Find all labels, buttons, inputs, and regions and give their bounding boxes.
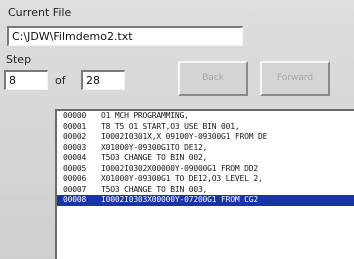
list-item[interactable]: 00004 T5O3 CHANGE TO BIN 002, bbox=[57, 153, 354, 164]
step-current-field[interactable]: 8 bbox=[4, 70, 48, 90]
line-text: X01000Y-09300G1TO DE12, bbox=[101, 142, 208, 152]
current-file-field[interactable]: C:\JDW\Filmdemo2.txt bbox=[7, 26, 243, 46]
step-window: Current File C:\JDW\Filmdemo2.txt Step 8… bbox=[0, 0, 354, 259]
line-number: 00007 bbox=[63, 184, 87, 194]
line-number: 00002 bbox=[63, 132, 87, 141]
line-text: I0002I0303X00000Y-07200G1 FROM CG2 bbox=[101, 195, 258, 204]
list-item[interactable]: 00008 I0002I0303X00000Y-07200G1 FROM CG2 bbox=[57, 195, 354, 206]
line-text: T5O3 CHANGE TO BIN 003, bbox=[101, 184, 208, 194]
list-item[interactable]: 00003 X01000Y-09300G1TO DE12, bbox=[57, 143, 354, 154]
line-text: T5O3 CHANGE TO BIN 002, bbox=[101, 153, 208, 162]
line-text: I0002I0301X,X 09100Y-09300G1 FROM DE bbox=[101, 132, 268, 141]
line-number: 00008 bbox=[63, 195, 87, 204]
line-number: 00006 bbox=[63, 174, 87, 183]
line-text: T8 T5 O1 START,O3 USE BIN 001, bbox=[101, 121, 240, 131]
line-number: 00003 bbox=[63, 142, 87, 152]
list-item[interactable]: 00000 O1 MCH PROGRAMMING, bbox=[57, 111, 354, 122]
line-number: 00001 bbox=[63, 121, 87, 131]
step-label: Step bbox=[6, 53, 32, 66]
line-text: O1 MCH PROGRAMMING, bbox=[101, 111, 189, 120]
list-item[interactable]: 00006 X01000Y-09300G1 TO DE12,O3 LEVEL 2, bbox=[57, 174, 354, 185]
forward-button[interactable]: Forward bbox=[260, 61, 330, 96]
program-listbox[interactable]: 00000 O1 MCH PROGRAMMING, 00001 T8 T5 O1 ST… bbox=[55, 109, 354, 259]
list-item[interactable]: 00007 T5O3 CHANGE TO BIN 003, bbox=[57, 185, 354, 196]
line-number: 00005 bbox=[63, 163, 87, 173]
list-item[interactable]: 00002 I0002I0301X,X 09100Y-09300G1 FROM D… bbox=[57, 132, 354, 143]
current-file-label: Current File bbox=[8, 6, 72, 19]
line-number: 00004 bbox=[63, 153, 87, 162]
line-text: I0002I0302X00000Y-09000G1 FROM DD2 bbox=[101, 163, 258, 173]
list-item[interactable]: 00001 T8 T5 O1 START,O3 USE BIN 001, bbox=[57, 122, 354, 133]
line-text: X01000Y-09300G1 TO DE12,O3 LEVEL 2, bbox=[101, 174, 263, 183]
back-button[interactable]: Back bbox=[178, 61, 248, 96]
line-number: 00000 bbox=[63, 111, 87, 120]
step-total-field: 28 bbox=[81, 70, 125, 90]
step-of-label: of bbox=[55, 74, 66, 87]
list-item[interactable]: 00005 I0002I0302X00000Y-09000G1 FROM DD2 bbox=[57, 164, 354, 175]
